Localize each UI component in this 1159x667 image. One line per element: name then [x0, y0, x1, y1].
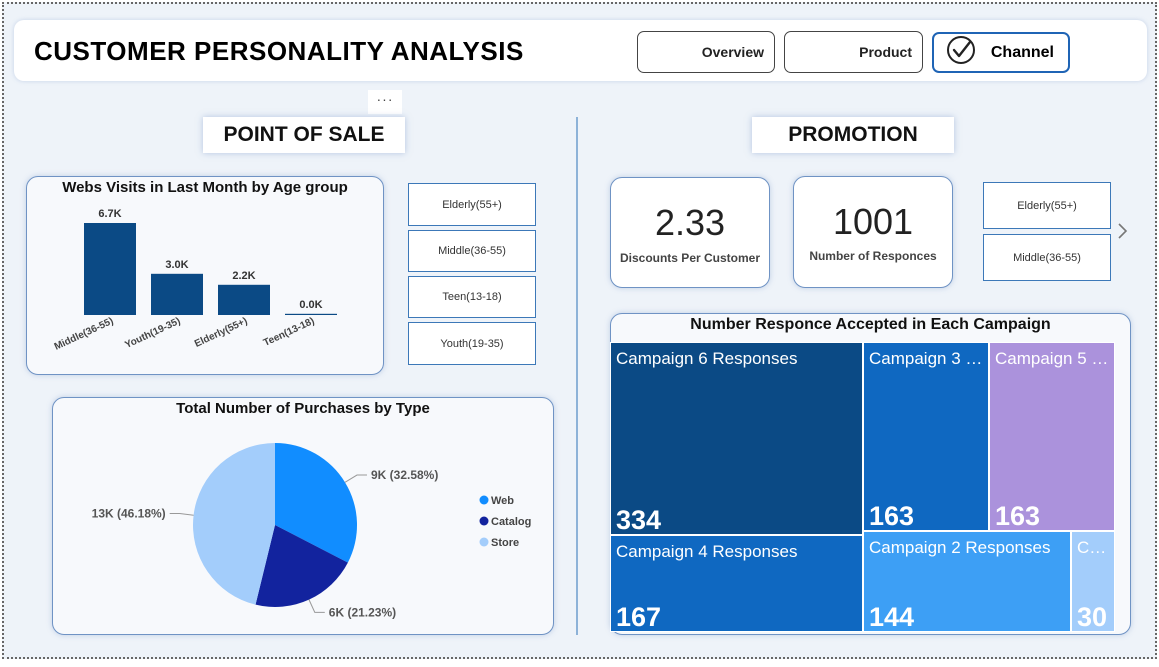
- tile-label: Campaign 2 Responses: [869, 538, 1051, 557]
- pie-data-label: 9K (32.58%): [371, 468, 438, 482]
- tile-value: 334: [616, 505, 662, 535]
- check-circle-icon: [946, 35, 976, 70]
- kpi-label: Number of Responces: [809, 249, 937, 263]
- kpi-value: 2.33: [654, 202, 726, 243]
- treemap-tile-campaign-2[interactable]: Campaign 2 Responses 144: [863, 531, 1071, 632]
- kpi-label: Discounts Per Customer: [619, 251, 761, 265]
- x-tick-label: Teen(13-18): [262, 316, 316, 349]
- kpi-card-responses: 1001 Number of Responces: [793, 176, 953, 288]
- bar-teen-13-18-: [285, 313, 337, 315]
- legend-label: Web: [491, 495, 514, 507]
- treemap-tile-campaign-5[interactable]: Campaign 5 Responses 163: [989, 342, 1115, 531]
- tile-value: 167: [616, 602, 662, 632]
- slicer-item-middle[interactable]: Middle(36-55): [983, 234, 1111, 281]
- section-divider: [576, 117, 578, 635]
- nav-button-label: Channel: [990, 43, 1054, 61]
- kpi-value: 1001: [832, 201, 914, 242]
- nav-button-overview[interactable]: Overview: [637, 31, 775, 73]
- bar-elderly-55-: [218, 284, 270, 315]
- tile-value: 163: [869, 501, 915, 531]
- treemap-tile-campaign-3[interactable]: Campaign 3 Responses 163: [863, 342, 989, 531]
- tile-label: Campaign 6 Responses: [616, 349, 798, 368]
- legend-label: Store: [491, 537, 519, 549]
- bar-middle-36-55-: [84, 223, 136, 315]
- treemap-tile-campaign-6[interactable]: Campaign 6 Responses 334: [610, 342, 863, 535]
- purchases-pie-chart: 9K (32.58%) 6K (21.23%) 13K (46.18%) Web Cat…: [92, 443, 531, 619]
- treemap-tile-campaign-4[interactable]: Campaign 4 Responses 167: [610, 535, 863, 632]
- pie-data-label: 6K (21.23%): [329, 605, 396, 619]
- chevron-right-icon[interactable]: [1116, 222, 1128, 245]
- bar-data-label: 6.7K: [98, 208, 121, 220]
- tile-value: 163: [995, 501, 1041, 531]
- tile-label: Campaign 3 Responses: [869, 349, 984, 368]
- bar-data-label: 3.0K: [165, 259, 188, 271]
- web-visits-bar-chart: 6.7K Middle(36-55) 3.0K Youth(19-35) 2.2K Eld…: [53, 208, 337, 353]
- slicer-item-youth[interactable]: Youth(19-35): [408, 322, 536, 365]
- section-title-point-of-sale: POINT OF SALE: [203, 117, 405, 153]
- legend-marker-store: [479, 537, 489, 547]
- pie-leader-line: [169, 513, 194, 516]
- tile-label: Campaign 1 Responses: [1077, 538, 1110, 557]
- nav-button-product[interactable]: Product: [784, 31, 923, 73]
- more-options-icon[interactable]: ···: [368, 90, 402, 114]
- nav-button-label: Overview: [701, 44, 764, 60]
- bar-youth-19-35-: [151, 273, 203, 315]
- nav-button-channel[interactable]: Channel: [932, 32, 1070, 73]
- x-tick-label: Middle(36-55): [53, 316, 116, 353]
- slicer-item-middle[interactable]: Middle(36-55): [408, 230, 536, 272]
- legend-marker-catalog: [479, 516, 489, 526]
- x-tick-label: Elderly(55+): [193, 316, 249, 350]
- kpi-card-discounts: 2.33 Discounts Per Customer: [610, 177, 770, 288]
- slicer-item-elderly[interactable]: Elderly(55+): [408, 183, 536, 226]
- campaign-treemap: Campaign 6 Responses 334 Campaign 4 Resp…: [610, 342, 1115, 632]
- pie-leader-line: [344, 474, 367, 483]
- purchases-by-type-chart-card: Total Number of Purchases by Type 9K (32…: [52, 397, 554, 635]
- tile-label: Campaign 5 Responses: [995, 349, 1110, 368]
- slicer-item-teen[interactable]: Teen(13-18): [408, 276, 536, 318]
- slicer-item-elderly[interactable]: Elderly(55+): [983, 182, 1111, 229]
- bar-data-label: 0.0K: [299, 299, 322, 311]
- pie-leader-line: [308, 599, 325, 613]
- web-visits-chart-card: Webs Visits in Last Month by Age group 6…: [26, 176, 384, 375]
- tile-value: 144: [869, 602, 915, 632]
- chart-title: Number Responce Accepted in Each Campaig…: [690, 316, 1051, 333]
- treemap-tile-campaign-1[interactable]: Campaign 1 Responses 30: [1071, 531, 1115, 632]
- page-title: CUSTOMER PERSONALITY ANALYSIS: [34, 36, 524, 66]
- section-title-promotion: PROMOTION: [752, 117, 954, 153]
- legend-label: Catalog: [491, 516, 531, 528]
- tile-value: 30: [1077, 602, 1108, 632]
- x-tick-label: Youth(19-35): [123, 316, 182, 351]
- tile-label: Campaign 4 Responses: [616, 542, 798, 561]
- pie-data-label: 13K (46.18%): [92, 507, 166, 521]
- nav-button-label: Product: [859, 44, 912, 60]
- legend-marker-web: [479, 495, 489, 505]
- bar-data-label: 2.2K: [232, 270, 255, 282]
